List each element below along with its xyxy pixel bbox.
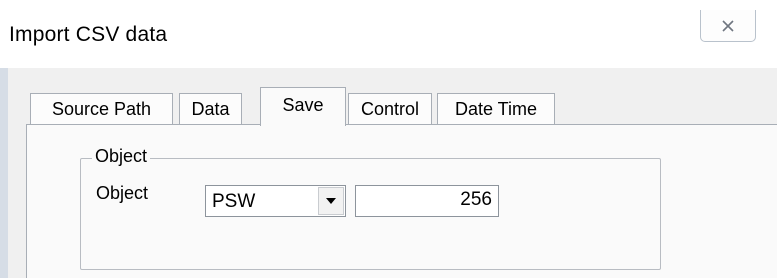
object-group-legend: Object: [92, 146, 151, 167]
tab-save[interactable]: Save: [260, 87, 346, 126]
tab-data[interactable]: Data: [179, 93, 242, 124]
object-type-value: PSW: [212, 191, 256, 212]
tab-source-path[interactable]: Source Path: [30, 93, 173, 124]
tab-date-time[interactable]: Date Time: [437, 93, 555, 124]
object-label: Object: [96, 183, 149, 203]
close-button[interactable]: [700, 10, 756, 42]
chevron-down-icon: [326, 198, 336, 204]
tab-control[interactable]: Control: [348, 93, 432, 124]
window-frame-edge: [0, 68, 8, 278]
title-bar: Import CSV data: [0, 0, 777, 68]
object-type-select[interactable]: PSW: [205, 185, 346, 217]
close-icon: [722, 19, 734, 32]
object-type-dropdown-button[interactable]: [318, 187, 344, 215]
window-title: Import CSV data: [9, 23, 168, 46]
object-address-input[interactable]: [355, 185, 499, 217]
